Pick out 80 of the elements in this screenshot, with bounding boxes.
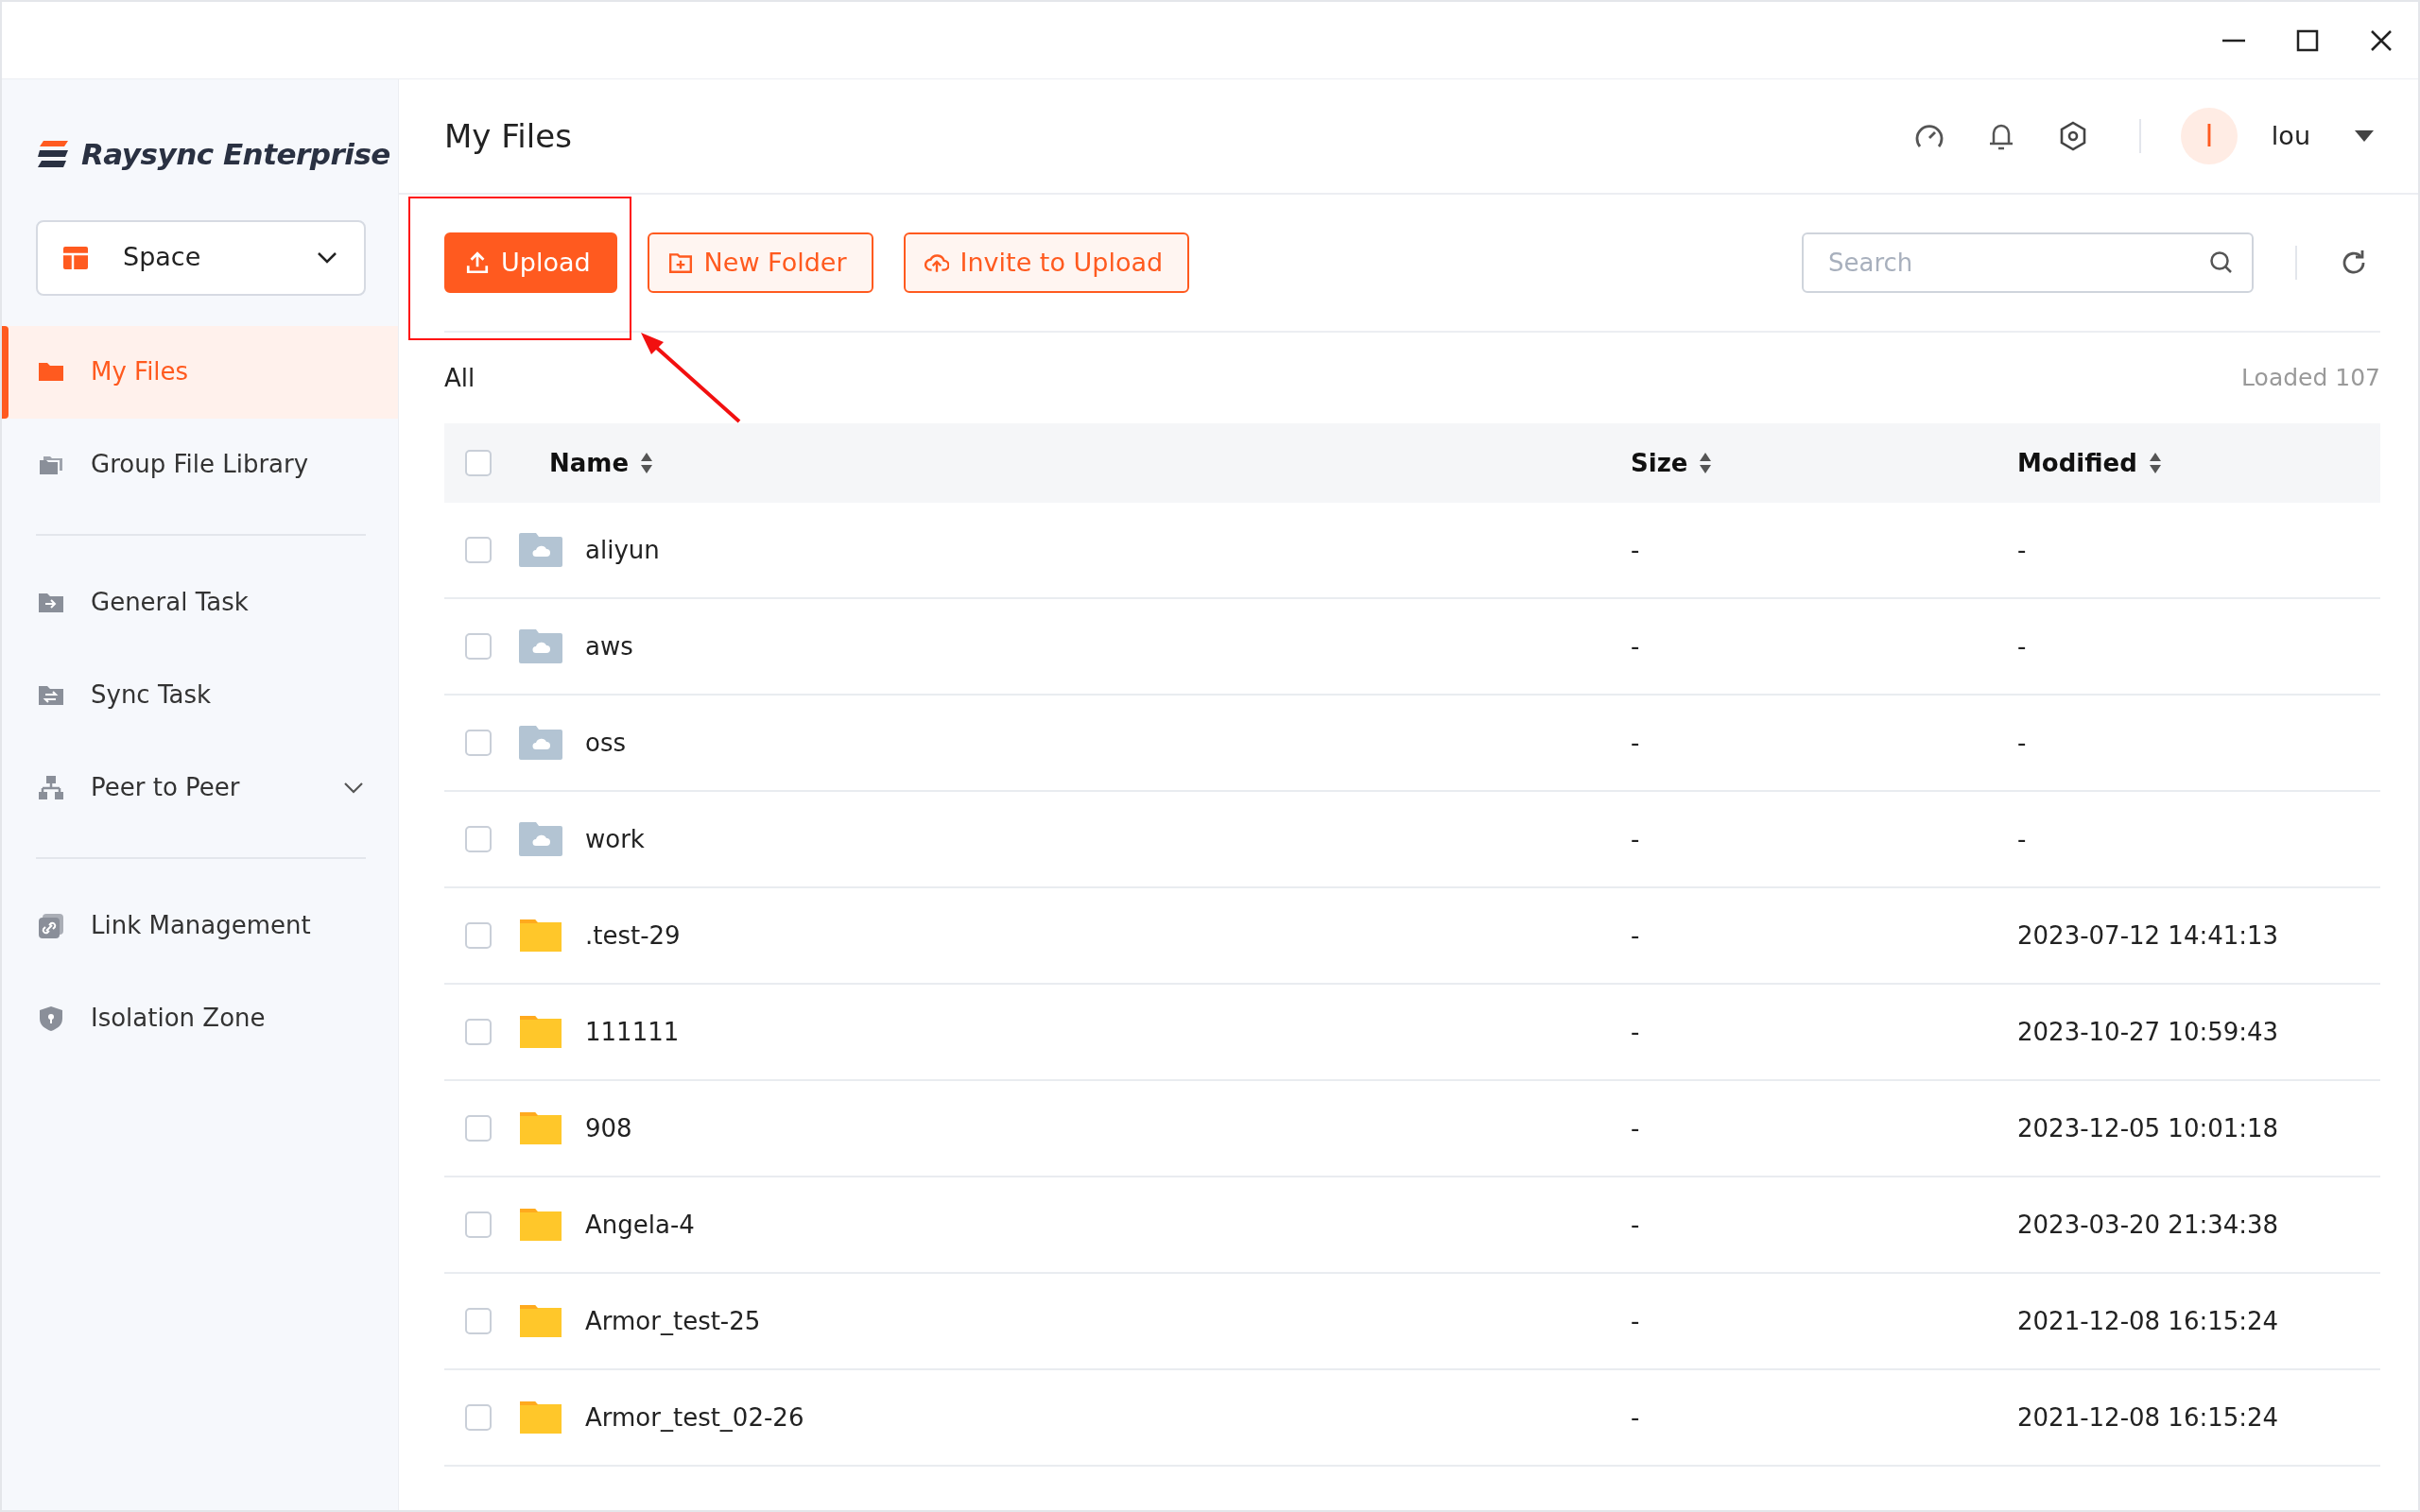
file-name[interactable]: Angela-4 [585, 1206, 695, 1244]
row-checkbox[interactable] [465, 1019, 492, 1045]
row-checkbox[interactable] [465, 1308, 492, 1334]
file-name[interactable]: aliyun [585, 531, 660, 569]
modified-date: 2021-12-08 16:15:24 [2017, 1306, 2279, 1335]
column-header[interactable]: Name [549, 444, 654, 482]
loaded-count: Loaded 107 [2241, 363, 2380, 394]
row-checkbox[interactable] [465, 922, 492, 949]
modified-date: - [2017, 824, 2027, 853]
folder-icon [519, 1208, 562, 1242]
page-title: My Files [444, 115, 572, 157]
cloud-folder-icon [519, 629, 562, 663]
row-checkbox[interactable] [465, 826, 492, 852]
cloud-folder-icon [519, 822, 562, 856]
modified-date: 2023-07-12 14:41:13 [2017, 920, 2279, 950]
file-name[interactable]: oss [585, 724, 626, 762]
link-icon [38, 912, 64, 939]
row-checkbox[interactable] [465, 1115, 492, 1142]
select-all-checkbox[interactable] [465, 450, 492, 476]
cloud-folder-icon [519, 533, 562, 567]
folder-icon [519, 919, 562, 953]
sidebar-item[interactable]: Group File Library [2, 418, 398, 511]
folder-icon [519, 1400, 562, 1435]
user-name[interactable]: lou [2271, 116, 2310, 156]
search-field[interactable]: Search [1802, 232, 2254, 293]
modified-date: - [2017, 728, 2027, 757]
sidebar-item[interactable]: Isolation Zone [2, 971, 398, 1065]
file-name[interactable]: 111111 [585, 1013, 680, 1051]
cloud-folder-icon [519, 726, 562, 760]
row-checkbox[interactable] [465, 537, 492, 563]
file-size: - [1631, 1210, 1640, 1239]
modified-date: 2023-12-05 10:01:18 [2017, 1113, 2279, 1143]
file-size: - [1631, 535, 1640, 564]
sidebar-item[interactable]: General Task [2, 556, 398, 649]
folder-icon [519, 1304, 562, 1338]
folder-icon [519, 1111, 562, 1145]
file-name[interactable]: work [585, 820, 645, 858]
modified-date: 2023-10-27 10:59:43 [2017, 1017, 2279, 1046]
sidebar-item[interactable]: Peer to Peer [2, 741, 398, 834]
row-checkbox[interactable] [465, 1404, 492, 1431]
file-name[interactable]: .test-29 [585, 917, 681, 954]
sidebar-item[interactable]: Link Management [2, 879, 398, 972]
shield-icon [38, 1005, 64, 1032]
search-input[interactable]: Search [1826, 243, 2208, 283]
file-size: - [1631, 1113, 1640, 1143]
chevron-down-icon [317, 250, 337, 265]
file-name[interactable]: 908 [585, 1109, 632, 1147]
file-size: - [1631, 631, 1640, 661]
modified-date: - [2017, 631, 2027, 661]
modified-date: - [2017, 535, 2027, 564]
sort-icon [1699, 452, 1713, 474]
sort-icon [640, 452, 654, 474]
layout-icon [62, 245, 89, 270]
file-size: - [1631, 1306, 1640, 1335]
logo-text: Raysync Enterprise [81, 136, 390, 173]
file-name[interactable]: Armor_test-25 [585, 1302, 761, 1340]
folder-icon [519, 1015, 562, 1049]
row-checkbox[interactable] [465, 730, 492, 756]
space-dropdown[interactable]: Space [36, 219, 366, 296]
file-size: - [1631, 1402, 1640, 1432]
modified-date: 2021-12-08 16:15:24 [2017, 1402, 2279, 1432]
file-name[interactable]: Armor_test_02-26 [585, 1399, 804, 1436]
file-size: - [1631, 920, 1640, 950]
folder-plus-icon [667, 250, 693, 275]
chevron-down-icon[interactable] [343, 781, 364, 795]
sort-icon [2148, 452, 2162, 474]
file-size: - [1631, 1017, 1640, 1046]
row-checkbox[interactable] [465, 1211, 492, 1238]
column-header[interactable]: Size [1631, 444, 1713, 482]
sidebar-item[interactable]: Sync Task [2, 648, 398, 742]
network-icon [38, 774, 64, 801]
file-size: - [1631, 728, 1640, 757]
row-checkbox[interactable] [465, 633, 492, 660]
file-size: - [1631, 824, 1640, 853]
file-name[interactable]: aws [585, 627, 633, 665]
modified-date: 2023-03-20 21:34:38 [2017, 1210, 2279, 1239]
upload-icon [465, 250, 490, 275]
breadcrumb[interactable]: All [444, 359, 475, 397]
column-header[interactable]: Modified [2017, 444, 2162, 482]
caret-down-icon[interactable] [2354, 129, 2375, 143]
